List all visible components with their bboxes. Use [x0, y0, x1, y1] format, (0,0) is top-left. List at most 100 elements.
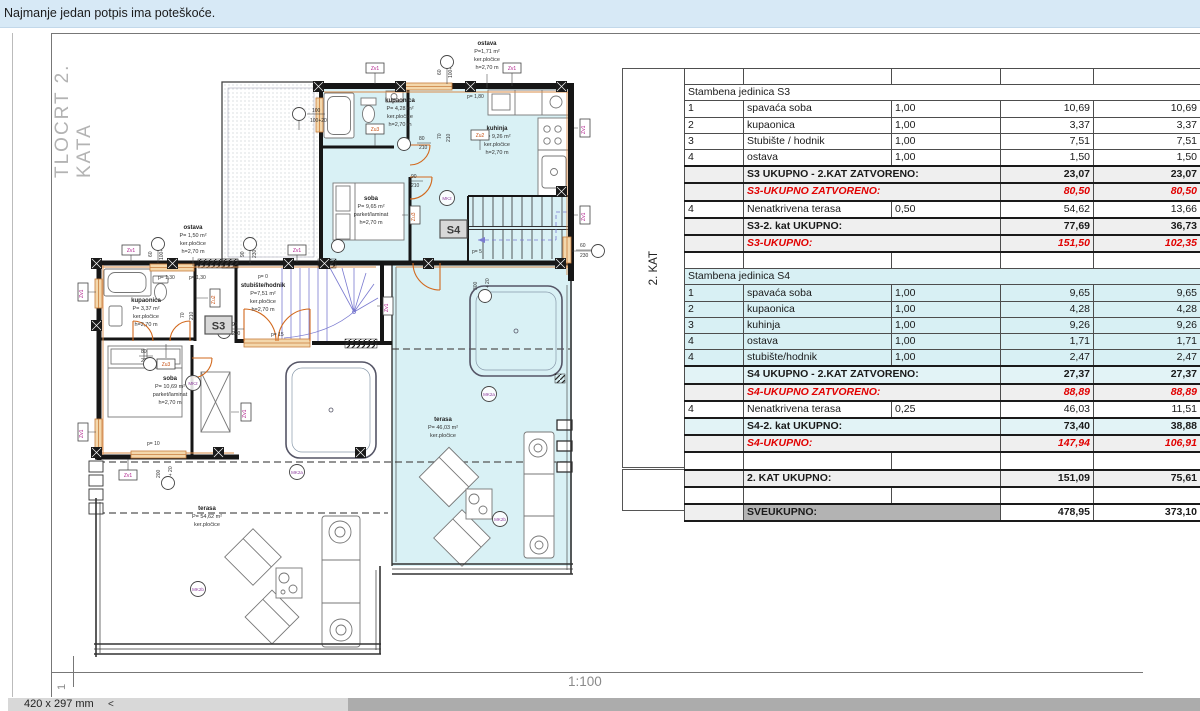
coefficient: 1,00: [892, 301, 1001, 317]
room-label: P= 1,50 m²: [179, 233, 206, 239]
area-table: Stambena jedinica S31spavaća soba1,0010,…: [684, 68, 1165, 522]
table-row: S4 UKUPNO - 2.KAT ZATVORENO:27,3727,37: [685, 366, 1200, 383]
total-value: 102,35: [1094, 235, 1200, 252]
table-row: 2kupaonica1,004,284,28: [685, 301, 1200, 317]
dim-balloon: [479, 290, 492, 303]
total-value: 27,37: [1094, 366, 1200, 383]
floor-label: 2. KAT: [648, 251, 660, 285]
scroll-left-icon[interactable]: <: [108, 698, 114, 711]
area-value: 13,66: [1094, 201, 1200, 218]
total-value: 27,37: [1001, 366, 1094, 383]
table-cell: [685, 487, 744, 504]
room-name: Nenatkrivena terasa: [744, 201, 892, 218]
table-row: [685, 452, 1200, 469]
coefficient: 1,00: [892, 149, 1001, 166]
dim-label: 90: [240, 251, 246, 257]
level-label: p= 10: [147, 441, 160, 447]
room-label: terasa: [434, 417, 452, 423]
horizontal-scrollbar-thumb[interactable]: [348, 698, 1200, 711]
total-label: S4-2. kat UKUPNO:: [744, 418, 1001, 435]
room-name: stubište/hodnik: [744, 350, 892, 367]
table-row: S3 UKUPNO - 2.KAT ZATVORENO:23,0723,07: [685, 166, 1200, 183]
total-value: 147,94: [1001, 435, 1094, 452]
room-label: h=2,70 m: [475, 65, 499, 71]
table-row: S4-UKUPNO ZATVORENO:88,8988,89: [685, 384, 1200, 401]
dim-label: 210: [189, 311, 195, 320]
total-label: S3-2. kat UKUPNO:: [744, 218, 1001, 235]
status-bar: 420 x 297 mm <: [8, 698, 1200, 711]
dim-label: 70: [180, 312, 186, 318]
row-number: [685, 183, 744, 200]
table-row: 4Nenatkrivena terasa0,5054,6213,66: [685, 201, 1200, 218]
room-label: ker.pločice: [180, 241, 206, 247]
wall-type-label: Zv1: [79, 289, 85, 298]
level-label: p= 0: [258, 274, 268, 280]
total-label: S4 UKUPNO - 2.KAT ZATVORENO:: [744, 366, 1001, 383]
room-name: kuhinja: [744, 317, 892, 333]
area-value: 54,62: [1001, 201, 1094, 218]
table-row: S3-UKUPNO ZATVORENO:80,5080,50: [685, 183, 1200, 200]
room-label: h=2,70 m: [485, 150, 509, 156]
table-cell: [1001, 69, 1094, 85]
bathtub: [104, 269, 151, 296]
dim-balloon: [441, 56, 454, 69]
wall-type-label: Zv1: [384, 303, 390, 312]
row-number: 2: [685, 117, 744, 133]
room-label: h=2,70 m: [388, 122, 412, 128]
total-value: 151,09: [1001, 470, 1094, 487]
room-label: P= 4,28 m²: [386, 106, 413, 112]
dim-label: 80: [419, 136, 425, 142]
section-title: Stambena jedinica S3: [685, 85, 1200, 101]
table-cell: [744, 69, 892, 85]
row-number: 3: [685, 317, 744, 333]
area-value: 4,28: [1001, 301, 1094, 317]
table-row: S3-UKUPNO:151,50102,35: [685, 235, 1200, 252]
wall-type-label: Zu3: [371, 127, 380, 133]
titleblock-line: [51, 672, 1143, 673]
total-value: 36,73: [1094, 218, 1200, 235]
row-number: 4: [685, 350, 744, 367]
wall-type-label: Zv1: [293, 248, 302, 254]
total-label: S3-UKUPNO:: [744, 235, 1001, 252]
total-label: 2. KAT UKUPNO:: [744, 470, 1001, 487]
mk-marker-label: MK2a: [291, 470, 303, 475]
row-number: 4: [685, 401, 744, 418]
table-row: 1spavaća soba1,0010,6910,69: [685, 101, 1200, 117]
wall-type-label: Zv1: [581, 125, 587, 134]
room-label: stubište/hodnik: [241, 283, 286, 289]
dim-label: 210: [232, 331, 241, 337]
area-value: 3,37: [1094, 117, 1200, 133]
total-label: S3-UKUPNO ZATVORENO:: [744, 183, 1001, 200]
room-label: kupaonica: [385, 98, 415, 104]
area-value: 9,65: [1001, 285, 1094, 301]
wall-type-label: Zv1: [581, 212, 587, 221]
level-label: p= 1,80: [467, 94, 484, 100]
dim-balloon: [592, 245, 605, 258]
dim-label: 230: [252, 249, 258, 258]
dim-balloon: [293, 108, 306, 121]
room-label: P= 3,37 m²: [132, 306, 159, 312]
row-number: [685, 366, 744, 383]
table-cell: [744, 252, 892, 269]
room-name: ostava: [744, 149, 892, 166]
table-row: S3-2. kat UKUPNO:77,6936,73: [685, 218, 1200, 235]
area-value: 4,28: [1094, 301, 1200, 317]
dim-balloon: [144, 358, 157, 371]
dim-label: 300: [473, 281, 479, 290]
unit-label: S3: [212, 321, 225, 333]
dim-label: 230: [580, 253, 589, 259]
sheet-trim-line: [12, 33, 13, 697]
area-value: 1,50: [1001, 149, 1094, 166]
row-number: [685, 218, 744, 235]
room-label: ostava: [477, 41, 497, 47]
area-value: 7,51: [1094, 133, 1200, 149]
table-row: S4-UKUPNO:147,94106,91: [685, 435, 1200, 452]
room-label: ker.pločice: [250, 299, 276, 305]
room-name: kupaonica: [744, 301, 892, 317]
table-row: S4-2. kat UKUPNO:73,4038,88: [685, 418, 1200, 435]
wall-type-label: Zu3: [411, 212, 417, 221]
area-value: 2,47: [1094, 350, 1200, 367]
row-number: 3: [685, 133, 744, 149]
room-label: h=2,70 m: [359, 220, 383, 226]
table-cell: [1094, 252, 1200, 269]
